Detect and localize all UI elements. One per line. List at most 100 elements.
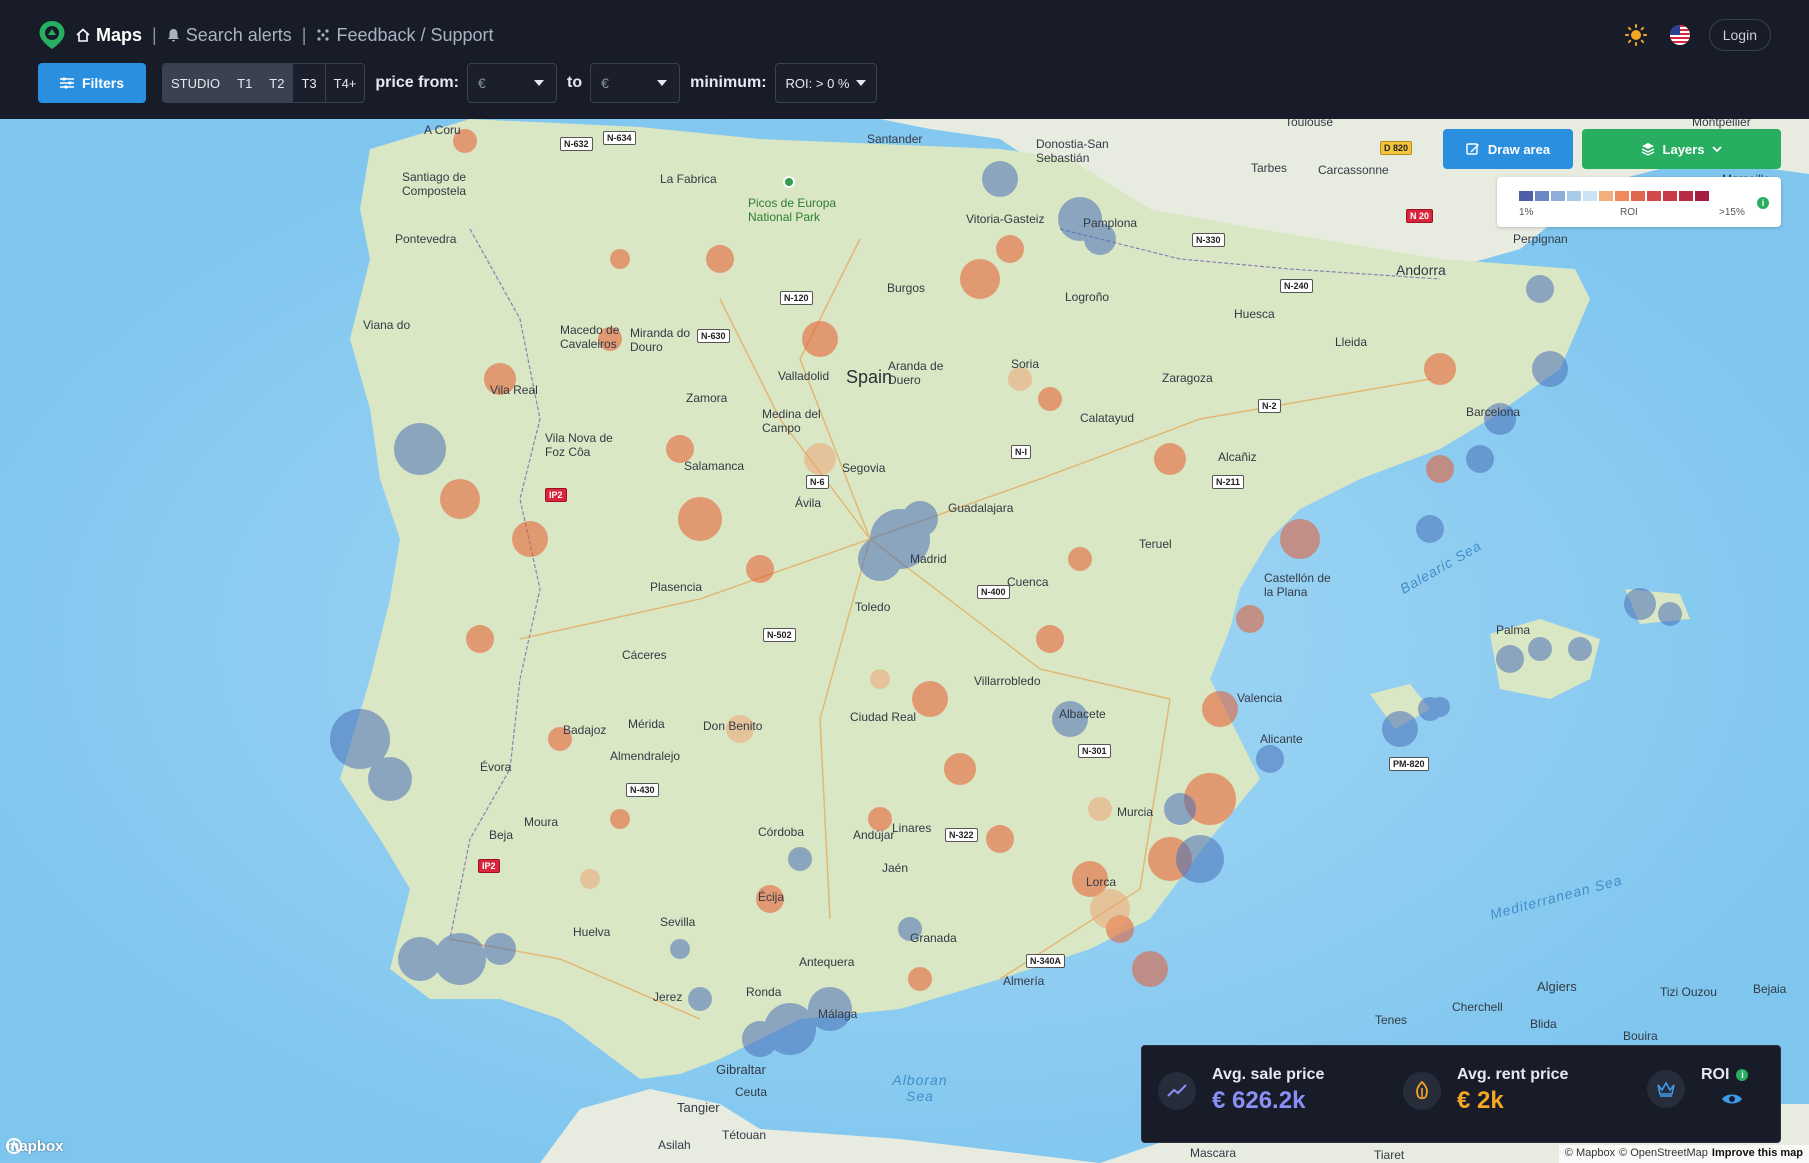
- roi-minimum-select[interactable]: ROI: > 0 %: [774, 63, 877, 103]
- main-nav: Maps | Search alerts | Feedback / Suppor…: [38, 18, 494, 52]
- map-label-salamanca: Salamanca: [684, 459, 745, 473]
- map-label-andujar: Andújar: [853, 828, 895, 842]
- nav-search-alerts[interactable]: Search alerts: [167, 25, 292, 46]
- legend-swatch: [1663, 191, 1677, 201]
- map-label-alcaniz: Alcañiz: [1218, 450, 1257, 464]
- road-shield-n211: N-211: [1212, 475, 1245, 489]
- road-shield-n430: N-430: [626, 783, 659, 797]
- map-label-almendralejo: Almendralejo: [610, 749, 681, 763]
- map-label-badajoz: Badajoz: [563, 723, 607, 737]
- map-label-barcelona: Barcelona: [1466, 405, 1521, 419]
- map-label-zamora: Zamora: [686, 391, 728, 405]
- legend-min-label: 1%: [1519, 207, 1534, 218]
- map-label-aranda: Aranda de Duero: [888, 359, 944, 387]
- type-t4plus-button[interactable]: T4+: [325, 64, 365, 102]
- map-label-lorca: Lorca: [1086, 875, 1117, 889]
- theme-toggle-button[interactable]: [1621, 20, 1651, 50]
- nav-feedback-label: Feedback / Support: [336, 24, 494, 45]
- legend-swatch: [1551, 191, 1565, 201]
- map-label-evora: Évora: [480, 760, 512, 774]
- map-label-cherchell: Cherchell: [1452, 1000, 1503, 1014]
- map-label-moura: Moura: [524, 815, 559, 829]
- map-label-asilah: Asilah: [658, 1138, 691, 1152]
- map-label-foz-coa: Vila Nova de Foz Côa: [545, 431, 613, 459]
- map-label-vila-real: Vila Real: [490, 383, 538, 397]
- price-to-select[interactable]: €: [590, 63, 681, 103]
- legend-swatch: [1567, 191, 1581, 201]
- road-shield-n400: N-400: [977, 585, 1010, 599]
- info-icon[interactable]: i: [1757, 197, 1769, 209]
- nav-maps[interactable]: Maps: [76, 25, 142, 46]
- map-label-don-benito: Don Benito: [703, 719, 763, 733]
- nav-separator: |: [152, 24, 157, 45]
- filter-bar: Filters STUDIO T1 T2 T3 T4+ price from: …: [38, 63, 877, 103]
- pencil-square-icon: [1466, 143, 1479, 155]
- map-label-medina: Medina del Campo: [762, 407, 821, 435]
- map-label-murcia: Murcia: [1117, 805, 1154, 819]
- road-shield-ip2: IP2: [478, 859, 500, 873]
- legend-swatch: [1695, 191, 1709, 201]
- draw-area-button[interactable]: Draw area: [1443, 129, 1573, 169]
- attribution-mapbox-link[interactable]: © Mapbox: [1565, 1147, 1615, 1161]
- us-flag-icon: [1669, 25, 1690, 45]
- map-label-linares: Linares: [892, 821, 932, 835]
- eye-icon: [1722, 1094, 1742, 1104]
- road-shield-n1: N-I: [1011, 445, 1031, 459]
- map-label-tarbes: Tarbes: [1251, 161, 1288, 175]
- type-studio-button[interactable]: STUDIO: [163, 64, 230, 102]
- nav-feedback[interactable]: Feedback / Support: [316, 24, 494, 46]
- map-canvas[interactable]: Spain A Coru Santiago de Compostela Pont…: [0, 119, 1809, 1163]
- login-button[interactable]: Login: [1708, 19, 1771, 51]
- road-shield-n330: N-330: [1192, 233, 1225, 247]
- road-shield-d820: D 820: [1380, 141, 1413, 155]
- map-label-logrono: Logroño: [1065, 290, 1110, 304]
- map-label-viana: Viana do: [363, 318, 411, 332]
- map-label-san-sebastian: Donostia-San Sebastián: [1036, 137, 1109, 165]
- map-label-castellon: Castellón de la Plana: [1264, 571, 1331, 599]
- filters-button-label: Filters: [81, 75, 124, 91]
- price-from-value: €: [477, 75, 486, 91]
- map-label-bouira: Bouira: [1623, 1029, 1658, 1043]
- attribution-improve-link[interactable]: Improve this map: [1712, 1147, 1803, 1161]
- bell-icon: [167, 29, 179, 42]
- map-label-huelva: Huelva: [573, 925, 611, 939]
- attribution-osm-link[interactable]: © OpenStreetMap: [1619, 1147, 1708, 1161]
- type-t1-button[interactable]: T1: [229, 64, 262, 102]
- map-label-merida: Mérida: [628, 717, 665, 731]
- mapbox-logo[interactable]: mapbox: [6, 1138, 64, 1155]
- map-pin-logo-icon: [39, 21, 65, 49]
- map-label-andorra: Andorra: [1396, 262, 1446, 278]
- map-label-burgos: Burgos: [887, 281, 926, 295]
- price-from-label: price from:: [375, 74, 459, 91]
- map-label-picos-de-europa: Picos de Europa National Park: [748, 196, 837, 224]
- map-label-sevilla: Sevilla: [660, 915, 696, 929]
- type-t3-button[interactable]: T3: [293, 64, 326, 102]
- info-icon[interactable]: i: [1736, 1069, 1749, 1081]
- map-label-ceuta: Ceuta: [735, 1085, 768, 1099]
- filters-button[interactable]: Filters: [38, 63, 146, 103]
- app-logo[interactable]: [38, 20, 66, 50]
- top-right-controls: Login: [1621, 18, 1771, 52]
- map-label-montpellier: Montpellier: [1692, 119, 1751, 129]
- map-label-santander: Santander: [867, 132, 923, 146]
- roi-reveal-button[interactable]: [1721, 1092, 1748, 1111]
- price-to-value: €: [601, 75, 609, 91]
- map-label-teruel: Teruel: [1139, 537, 1172, 551]
- map-label-plasencia: Plasencia: [650, 580, 703, 594]
- map-label-tizi-ouzou: Tizi Ouzou: [1660, 985, 1717, 999]
- road-shield-n502: N-502: [763, 628, 796, 642]
- chevron-down-icon: [533, 80, 544, 86]
- map-label-la-fabrica: La Fabrica: [660, 172, 717, 186]
- price-from-select[interactable]: €: [466, 63, 557, 103]
- type-t2-button[interactable]: T2: [261, 64, 294, 102]
- map-label-granada: Granada: [910, 931, 957, 945]
- park-marker-icon[interactable]: [783, 176, 795, 188]
- map-label-antequera: Antequera: [799, 955, 855, 969]
- language-selector[interactable]: [1665, 20, 1695, 50]
- layers-button[interactable]: Layers: [1582, 129, 1781, 169]
- map-label-macedo: Macedo de Cavaleiros: [560, 323, 620, 351]
- roi-legend: 1% ROI >15% i: [1497, 177, 1781, 227]
- map-label-gibraltar: Gibraltar: [716, 1062, 766, 1077]
- stats-panel: Avg. sale price € 626.2k Avg. rent price…: [1141, 1045, 1781, 1143]
- top-bar: Maps | Search alerts | Feedback / Suppor…: [0, 0, 1809, 119]
